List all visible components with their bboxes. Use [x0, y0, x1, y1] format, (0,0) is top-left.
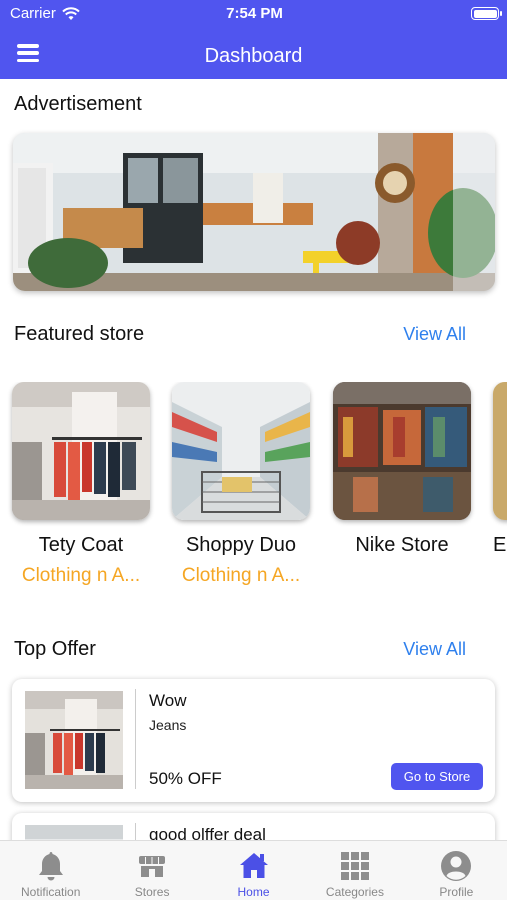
featured-view-all-link[interactable]: View All — [403, 324, 466, 345]
app-header: Carrier 7:54 PM Dashboard — [0, 0, 507, 79]
advertisement-title: Advertisement — [14, 93, 142, 115]
store-card[interactable]: Tety Coat Clothing n A... — [12, 382, 150, 587]
tab-profile[interactable]: Profile — [406, 841, 507, 900]
tab-label: Notification — [21, 885, 81, 899]
grid-icon — [340, 852, 369, 880]
store-card[interactable]: Shoppy Duo Clothing n A... — [172, 382, 310, 587]
bottom-tab-bar: Notification Stores Home Categories Prof… — [0, 840, 507, 900]
offer-title: Wow — [149, 691, 187, 710]
store-image — [172, 382, 310, 520]
advertisement-banner[interactable] — [13, 133, 495, 291]
advertisement-image — [13, 133, 495, 291]
top-offer-title: Top Offer — [14, 638, 96, 660]
tab-stores[interactable]: Stores — [101, 841, 202, 900]
status-time: 7:54 PM — [226, 5, 283, 22]
tab-label: Stores — [134, 885, 170, 899]
store-name: Shoppy Duo — [185, 534, 297, 556]
profile-icon — [441, 851, 472, 881]
store-name: Tety Coat — [38, 534, 124, 556]
offer-divider — [135, 689, 136, 789]
tab-label: Profile — [439, 885, 474, 899]
store-card[interactable]: E — [493, 382, 507, 557]
offer-card[interactable]: Wow Jeans 50% OFF Go to Store — [12, 679, 495, 802]
home-icon — [239, 853, 268, 878]
featured-store-title: Featured store — [14, 323, 145, 345]
featured-store-list: Tety Coat Clothing n A... Shoppy Duo Clo — [0, 382, 507, 592]
store-image — [12, 382, 150, 520]
store-name: Nike Store — [355, 534, 449, 556]
tab-home[interactable]: Home — [203, 841, 304, 900]
tab-label: Home — [237, 885, 270, 899]
store-icon — [139, 856, 166, 877]
store-name: E — [493, 534, 507, 556]
store-image — [333, 382, 471, 520]
tab-notification[interactable]: Notification — [0, 841, 101, 900]
store-card[interactable]: Nike Store — [333, 382, 471, 565]
go-to-store-button[interactable]: Go to Store — [391, 763, 483, 790]
offer-image — [25, 691, 123, 789]
page-title: Dashboard — [204, 45, 303, 67]
bell-icon — [38, 852, 63, 881]
top-offer-view-all-link[interactable]: View All — [403, 639, 466, 660]
store-category: Clothing n A... — [181, 565, 301, 586]
status-bar: Carrier 7:54 PM — [10, 5, 502, 23]
offer-subtitle: Jeans — [149, 717, 187, 733]
store-category: Clothing n A... — [21, 565, 141, 586]
offer-discount: 50% OFF — [149, 769, 222, 788]
store-image — [493, 382, 507, 520]
tab-label: Categories — [325, 885, 384, 899]
tab-categories[interactable]: Categories — [304, 841, 405, 900]
battery-icon — [471, 7, 502, 20]
